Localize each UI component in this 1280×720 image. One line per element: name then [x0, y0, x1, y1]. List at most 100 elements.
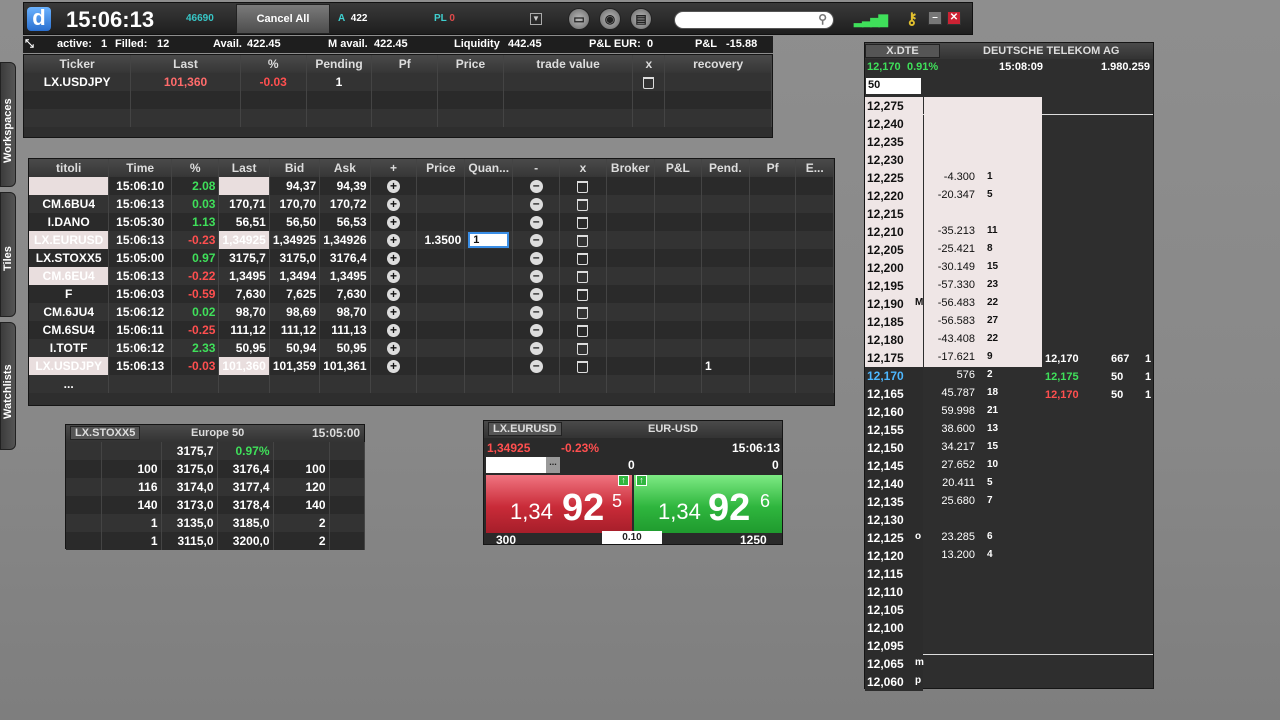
- orders-col-header[interactable]: Price: [437, 55, 504, 73]
- book-level[interactable]: 12,150 34.217 15: [865, 439, 1153, 457]
- buy-cell[interactable]: +: [370, 177, 418, 195]
- book-level[interactable]: 12,180 -43.408 22: [865, 331, 1153, 349]
- watchlist-price[interactable]: [416, 357, 466, 375]
- book-level[interactable]: 12,225 -4.300 1: [865, 169, 1153, 187]
- book-ticker[interactable]: X.DTE: [865, 44, 940, 58]
- book-price-level[interactable]: 12,170: [867, 369, 904, 383]
- watchlist-row[interactable]: LX.USDJPY 15:06:13 -0.03 101,360 101,359 101,…: [29, 357, 834, 375]
- watchlist-ask[interactable]: 56,53: [319, 213, 371, 231]
- watchlist-ask[interactable]: 7,630: [319, 285, 371, 303]
- eye-icon[interactable]: ◉: [599, 8, 621, 30]
- book-price-level[interactable]: 12,120: [867, 549, 904, 563]
- watchlist-ask[interactable]: 50,95: [319, 339, 371, 357]
- book-level[interactable]: 12,155 38.600 13: [865, 421, 1153, 439]
- sidetab-watchlists[interactable]: Watchlists: [0, 322, 16, 450]
- watchlist-ticker[interactable]: [29, 177, 110, 195]
- close-icon[interactable]: ✕: [947, 11, 961, 25]
- sidetab-workspaces[interactable]: Workspaces: [0, 62, 16, 187]
- book-price-level[interactable]: 12,155: [867, 423, 904, 437]
- watchlist-col-header[interactable]: Time: [108, 159, 172, 177]
- minus-icon[interactable]: –: [529, 215, 543, 230]
- minus-icon[interactable]: –: [529, 341, 543, 356]
- book-price-level[interactable]: 12,110: [867, 585, 903, 599]
- book-level[interactable]: 12,060 p: [865, 673, 1153, 691]
- orders-col-header[interactable]: x: [632, 55, 666, 73]
- watchlist-row[interactable]: LX.STOXX5 15:05:00 0.97 3175,7 3175,0 3176,4 +…: [29, 249, 834, 267]
- fx-quantity-menu-button[interactable]: ...: [546, 457, 560, 473]
- watchlist-price[interactable]: [416, 339, 466, 357]
- watchlist-qty-cell[interactable]: [464, 357, 514, 375]
- minus-icon[interactable]: –: [529, 197, 543, 212]
- watchlist-row[interactable]: I.DANO 15:05:30 1.13 56,51 56,50 56,53 + –: [29, 213, 834, 231]
- delete-cell[interactable]: [559, 249, 607, 267]
- watchlist-bid[interactable]: 7,625: [269, 285, 321, 303]
- book-price-level[interactable]: 12,205: [867, 243, 904, 257]
- book-price-level[interactable]: 12,220: [867, 189, 904, 203]
- watchlist-qty-cell[interactable]: 1: [464, 231, 514, 249]
- watchlist-bid[interactable]: 1,3494: [269, 267, 321, 285]
- watchlist-row[interactable]: CM.6BU4 15:06:13 0.03 170,71 170,70 170,72 + –: [29, 195, 834, 213]
- trash-icon[interactable]: [577, 360, 589, 373]
- buy-cell[interactable]: +: [370, 321, 418, 339]
- watchlist-row[interactable]: 15:06:10 2.08 94,37 94,39 + –: [29, 177, 834, 195]
- buy-cell[interactable]: +: [370, 339, 418, 357]
- book-level[interactable]: 12,095: [865, 637, 1153, 655]
- delete-cell[interactable]: [559, 267, 607, 285]
- watchlist-row[interactable]: F 15:06:03 -0.59 7,630 7,625 7,630 + –: [29, 285, 834, 303]
- watchlist-ticker[interactable]: CM.6EU4: [29, 267, 110, 285]
- watchlist-col-header[interactable]: Bid: [269, 159, 321, 177]
- watchlist-qty-cell[interactable]: [464, 177, 514, 195]
- watchlist-col-header[interactable]: Last: [218, 159, 270, 177]
- trash-icon[interactable]: [577, 288, 589, 301]
- quantity-input[interactable]: 1: [468, 232, 510, 248]
- watchlist-col-header[interactable]: Pend.: [701, 159, 750, 177]
- orders-col-header[interactable]: Last: [130, 55, 241, 73]
- book-level[interactable]: 12,200 -30.149 15: [865, 259, 1153, 277]
- book-price-level[interactable]: 12,065: [867, 657, 904, 671]
- trash-icon[interactable]: [577, 198, 589, 211]
- trash-icon[interactable]: [577, 180, 589, 193]
- plus-icon[interactable]: +: [387, 324, 401, 338]
- delete-cell[interactable]: [559, 177, 607, 195]
- book-level[interactable]: 12,210 -35.213 11: [865, 223, 1153, 241]
- fx-ticker[interactable]: LX.EURUSD: [488, 422, 562, 436]
- plus-icon[interactable]: +: [387, 234, 401, 248]
- plus-icon[interactable]: +: [387, 252, 401, 266]
- resize-icon[interactable]: ⤡: [25, 38, 34, 51]
- book-level[interactable]: 12,230: [865, 151, 1153, 169]
- book-price-level[interactable]: 12,125: [867, 531, 904, 545]
- trash-icon[interactable]: [577, 270, 589, 283]
- plus-icon[interactable]: +: [387, 360, 401, 374]
- minus-icon[interactable]: –: [529, 269, 543, 284]
- book-level[interactable]: 12,240: [865, 115, 1153, 133]
- buy-cell[interactable]: +: [370, 231, 418, 249]
- sell-cell[interactable]: –: [512, 177, 561, 195]
- watchlist-bid[interactable]: 3175,0: [269, 249, 321, 267]
- watchlist-col-header[interactable]: E...: [795, 159, 834, 177]
- folder-icon[interactable]: ▤: [630, 8, 652, 30]
- book-price-level[interactable]: 12,175: [867, 351, 904, 365]
- buy-cell[interactable]: +: [370, 357, 418, 375]
- watchlist-ticker[interactable]: LX.STOXX5: [29, 249, 110, 267]
- watchlist-price[interactable]: [416, 267, 466, 285]
- book-price-level[interactable]: 12,150: [867, 441, 904, 455]
- book-level[interactable]: 12,065 m: [865, 655, 1153, 673]
- watchlist-ask[interactable]: 111,13: [319, 321, 371, 339]
- trash-icon[interactable]: [577, 324, 589, 337]
- cancel-all-button[interactable]: Cancel All: [236, 4, 330, 34]
- watchlist-qty-cell[interactable]: [464, 249, 514, 267]
- delete-cell[interactable]: [559, 195, 607, 213]
- book-price-level[interactable]: 12,165: [867, 387, 904, 401]
- watchlist-ask[interactable]: 3176,4: [319, 249, 371, 267]
- buy-cell[interactable]: +: [370, 249, 418, 267]
- watchlist-price[interactable]: [416, 249, 466, 267]
- watchlist-ticker[interactable]: I.DANO: [29, 213, 110, 231]
- delete-cell[interactable]: [559, 231, 607, 249]
- delete-cell[interactable]: [559, 213, 607, 231]
- book-level[interactable]: 12,220 -20.347 5: [865, 187, 1153, 205]
- watchlist-price[interactable]: [416, 303, 466, 321]
- book-level[interactable]: 12,275: [865, 97, 1153, 115]
- watchlist-bid[interactable]: 1,34925: [269, 231, 321, 249]
- watchlist-ticker[interactable]: CM.6JU4: [29, 303, 110, 321]
- sidetab-tiles[interactable]: Tiles: [0, 192, 16, 317]
